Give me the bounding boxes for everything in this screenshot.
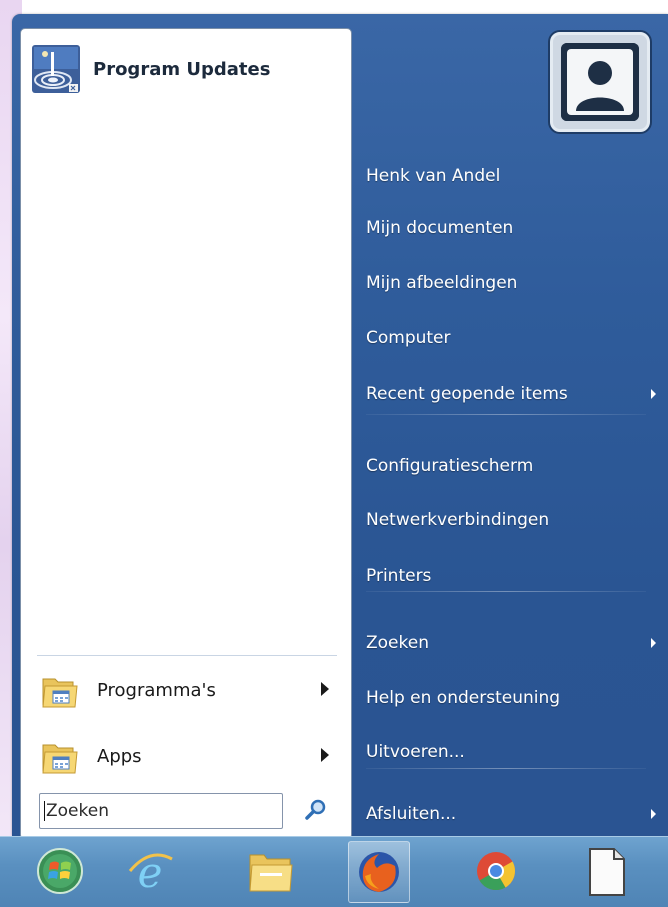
program-updates-icon	[31, 44, 81, 94]
start-orb-icon	[37, 848, 83, 894]
pinned-program-updates[interactable]: Program Updates	[31, 41, 331, 97]
chrome-button[interactable]	[466, 841, 526, 901]
submenu-arrow-icon	[651, 389, 656, 399]
folder-icon	[41, 737, 79, 775]
shutdown-link[interactable]: Afsluiten...	[366, 794, 656, 834]
submenu-arrow-icon	[651, 638, 656, 648]
apps-item[interactable]: Apps	[41, 731, 341, 781]
menu-item-label: Netwerkverbindingen	[366, 510, 550, 530]
my-documents-link[interactable]: Mijn documenten	[366, 208, 656, 248]
menu-item-label: Mijn documenten	[366, 218, 514, 238]
my-pictures-link[interactable]: Mijn afbeeldingen	[366, 263, 656, 303]
search-link[interactable]: Zoeken	[366, 623, 656, 663]
menu-item-label: Printers	[366, 566, 432, 586]
all-programs-label: Programma's	[97, 679, 216, 701]
document-icon	[589, 848, 625, 896]
folder-icon	[41, 671, 79, 709]
internet-explorer-icon: e	[128, 848, 173, 897]
submenu-arrow-icon	[321, 682, 329, 696]
network-connections-link[interactable]: Netwerkverbindingen	[366, 500, 656, 540]
file-explorer-button[interactable]	[240, 841, 300, 901]
menu-item-label: Help en ondersteuning	[366, 688, 561, 708]
search-icon[interactable]	[303, 797, 329, 823]
menu-item-label: Recent geopende items	[366, 384, 568, 404]
program-updates-label: Program Updates	[93, 58, 271, 80]
start-menu: Program Updates Programma's Apps Zoeken …	[12, 14, 668, 840]
firefox-icon	[359, 852, 399, 892]
text-caret	[44, 801, 45, 821]
menu-item-label: Uitvoeren...	[366, 742, 465, 762]
right-pane-divider	[366, 768, 646, 769]
control-panel-link[interactable]: Configuratiescherm	[366, 446, 656, 486]
submenu-arrow-icon	[321, 748, 329, 762]
computer-link[interactable]: Computer	[366, 318, 656, 358]
start-menu-left-pane: Program Updates Programma's Apps Zoeken	[20, 28, 352, 840]
menu-item-label: Mijn afbeeldingen	[366, 273, 518, 293]
apps-label: Apps	[97, 745, 142, 767]
firefox-button[interactable]	[348, 841, 410, 903]
left-pane-divider	[37, 655, 337, 656]
folder-icon	[249, 854, 293, 892]
help-support-link[interactable]: Help en ondersteuning	[366, 678, 656, 718]
user-name-link[interactable]: Henk van Andel	[366, 156, 656, 196]
right-pane-divider	[366, 414, 646, 415]
submenu-arrow-icon	[651, 809, 656, 819]
user-avatar[interactable]	[550, 32, 650, 132]
run-link[interactable]: Uitvoeren...	[366, 732, 656, 772]
printers-link[interactable]: Printers	[366, 556, 656, 596]
user-avatar-icon	[561, 43, 639, 121]
menu-item-label: Computer	[366, 328, 451, 348]
chrome-icon	[477, 852, 516, 891]
search-input[interactable]: Zoeken	[39, 793, 283, 829]
menu-item-label: Configuratiescherm	[366, 456, 534, 476]
taskbar: e	[0, 836, 668, 907]
internet-explorer-button[interactable]: e	[120, 841, 180, 901]
search-input-text: Zoeken	[46, 801, 109, 821]
menu-item-label: Zoeken	[366, 633, 429, 653]
all-programs-item[interactable]: Programma's	[41, 665, 341, 715]
right-pane-divider	[366, 591, 646, 592]
recent-items-link[interactable]: Recent geopende items	[366, 374, 656, 414]
notepad-button[interactable]	[576, 841, 636, 901]
start-button[interactable]	[30, 841, 90, 901]
menu-item-label: Afsluiten...	[366, 804, 457, 824]
menu-item-label: Henk van Andel	[366, 166, 501, 186]
